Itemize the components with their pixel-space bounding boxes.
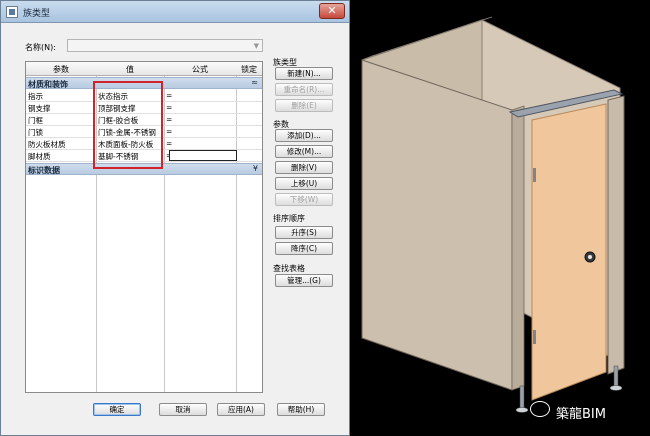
title-bar[interactable]: 族类型 ✕	[1, 1, 349, 23]
add-parameter-button[interactable]: 添加(D)...	[275, 129, 333, 142]
sort-order-label: 排序顺序	[273, 214, 305, 223]
toilet-cubicle-model	[361, 16, 625, 413]
chevron-down-icon: ▼	[253, 42, 259, 50]
param-formula[interactable]: =	[166, 115, 172, 124]
highlight-annotation	[93, 81, 163, 169]
group-label: 标识数据	[28, 166, 60, 175]
new-type-button[interactable]: 新建(N)...	[275, 67, 333, 80]
move-down-button[interactable]: 下移(W)	[275, 193, 333, 206]
front-left-panel	[361, 59, 513, 391]
lookup-tables-label: 查找表格	[273, 264, 305, 273]
formula-input[interactable]	[169, 150, 237, 161]
header-parameter[interactable]: 参数	[26, 64, 96, 75]
param-name: 脚材质	[28, 152, 51, 161]
header-value[interactable]: 值	[96, 64, 164, 75]
ok-button[interactable]: 确定	[93, 403, 141, 416]
watermark: 築龍BIM	[530, 401, 606, 422]
name-dropdown[interactable]: ▼	[67, 39, 263, 52]
right-pilaster	[607, 95, 625, 375]
table-header: 参数 值 公式 锁定	[26, 62, 262, 76]
wechat-icon	[530, 401, 551, 417]
sort-ascending-button[interactable]: 升序(S)	[275, 226, 333, 239]
window-title: 族类型	[23, 9, 51, 19]
remove-parameter-button[interactable]: 删除(V)	[275, 161, 333, 174]
param-formula[interactable]: =	[166, 139, 172, 148]
expand-icon[interactable]: ¥	[253, 164, 258, 173]
help-button[interactable]: 帮助(H)	[277, 403, 325, 416]
manage-lookup-button[interactable]: 管理...(G)	[275, 274, 333, 287]
pilaster-edge	[511, 105, 525, 391]
param-name: 门框	[28, 116, 43, 125]
param-name: 门锁	[28, 128, 43, 137]
cancel-button[interactable]: 取消	[159, 403, 207, 416]
rename-type-button[interactable]: 重命名(R)...	[275, 83, 333, 96]
app-icon	[6, 6, 18, 18]
name-label: 名称(N):	[25, 43, 56, 52]
group-label: 材质和装饰	[28, 80, 68, 89]
param-formula[interactable]: =	[166, 91, 172, 100]
collapse-icon[interactable]: ≈	[251, 78, 258, 87]
apply-button[interactable]: 应用(A)	[217, 403, 265, 416]
hinge	[533, 330, 536, 344]
param-formula[interactable]: =	[166, 127, 172, 136]
header-lock[interactable]: 锁定	[236, 64, 262, 75]
support-foot	[613, 365, 619, 387]
support-foot	[519, 385, 525, 409]
move-up-button[interactable]: 上移(U)	[275, 177, 333, 190]
header-formula[interactable]: 公式	[164, 64, 236, 75]
delete-type-button[interactable]: 删除(E)	[275, 99, 333, 112]
close-button[interactable]: ✕	[319, 3, 345, 19]
param-name: 钢支撑	[28, 104, 51, 113]
door-panel	[531, 103, 607, 401]
param-name: 防火板材质	[28, 140, 66, 149]
sort-descending-button[interactable]: 降序(C)	[275, 242, 333, 255]
hinge	[533, 168, 536, 182]
param-formula[interactable]: =	[166, 103, 172, 112]
modify-parameter-button[interactable]: 修改(M)...	[275, 145, 333, 158]
family-types-dialog: 族类型 ✕ 名称(N): ▼ 参数 值 公式 锁定 材质和装饰 ≈ 指示 状态指…	[0, 0, 350, 436]
watermark-text: 築龍BIM	[556, 407, 606, 422]
param-name: 指示	[28, 92, 43, 101]
model-viewport[interactable]: 築龍BIM	[352, 0, 650, 436]
